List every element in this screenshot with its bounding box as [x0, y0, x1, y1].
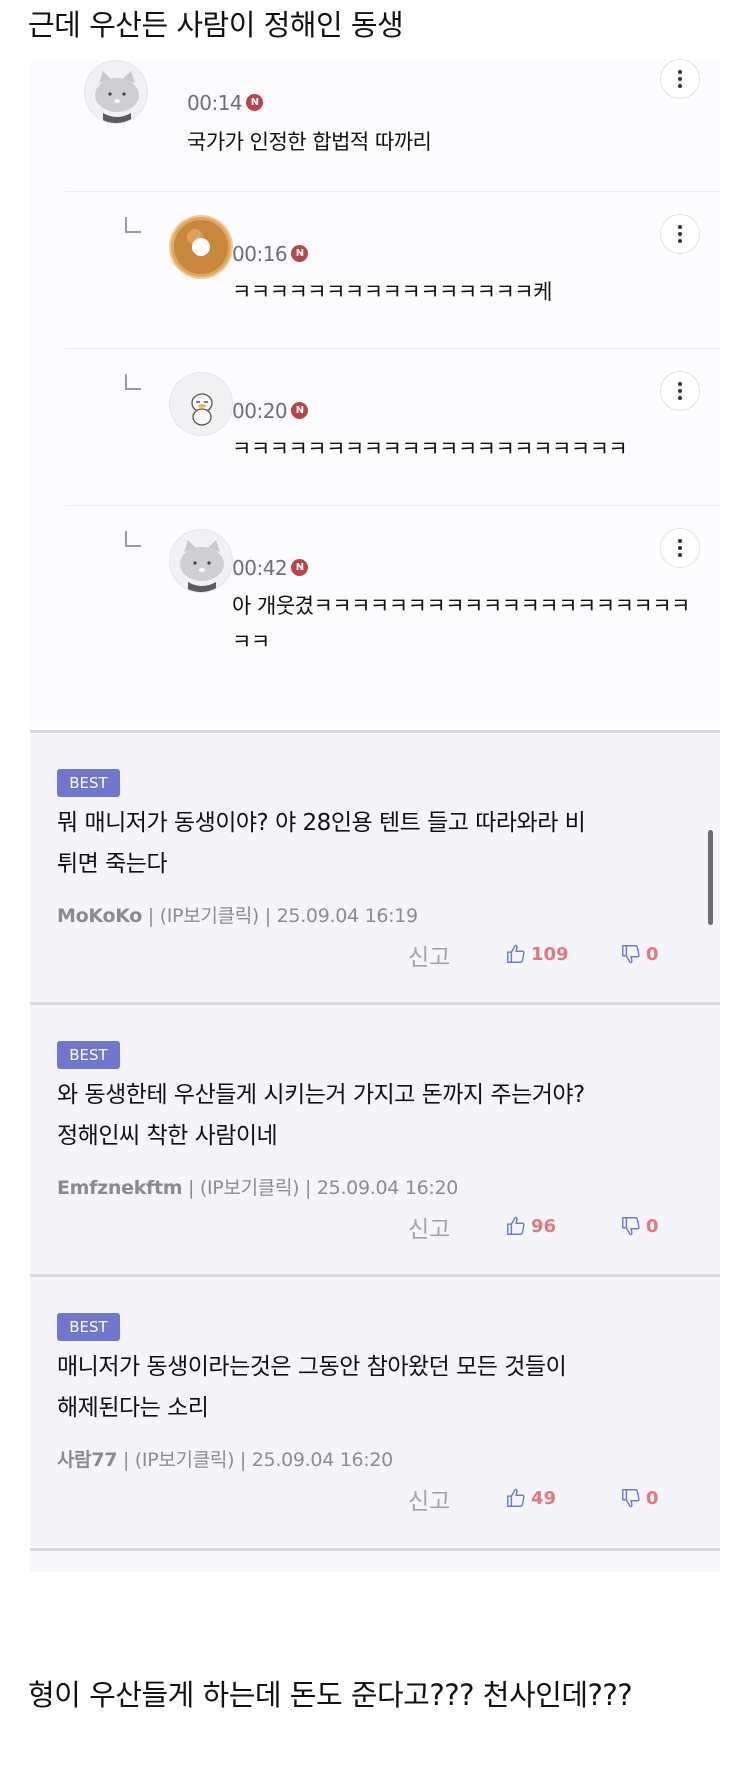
more-options-button[interactable]	[660, 528, 700, 568]
like-count: 109	[531, 943, 569, 965]
report-button[interactable]: 신고	[408, 1210, 450, 1244]
reply-text: 국가가 인정한 합법적 따까리	[187, 130, 432, 154]
thumbs-up-icon	[507, 1488, 525, 1507]
comment-info: | (IP보기클릭) | 25.09.04 16:20	[117, 1449, 393, 1471]
thumbs-down-icon	[622, 1217, 640, 1236]
like-button[interactable]: 96	[505, 1215, 556, 1237]
post-heading: 근데 우산든 사람이 정해인 동생	[28, 8, 404, 42]
new-badge: N	[291, 559, 309, 576]
reply-text-line2: ㅋㅋ	[232, 630, 270, 654]
reply-time: 00:14 N	[187, 91, 264, 115]
cat-avatar[interactable]	[169, 529, 233, 593]
best-comment: BEST 와 동생한테 우산들게 시키는거 가지고 돈까지 주는거야? 정해인씨…	[30, 1002, 720, 1274]
section-divider	[30, 1548, 720, 1572]
comment-text: 매니저가 동생이라는것은 그동안 참아왔던 모든 것들이 해제된다는 소리	[57, 1354, 567, 1421]
thumbs-down-icon	[622, 1489, 640, 1508]
reply-arrow-icon	[125, 531, 141, 547]
comment-user[interactable]: Emfznekftm	[57, 1177, 183, 1199]
dislike-count: 0	[646, 1487, 659, 1509]
dislike-button[interactable]: 0	[620, 1487, 659, 1509]
reply-item: 00:20 N ㅋㅋㅋㅋㅋㅋㅋㅋㅋㅋㅋㅋㅋㅋㅋㅋㅋㅋㅋㅋㅋ	[65, 349, 720, 506]
reply-arrow-icon	[125, 374, 141, 390]
more-vert-icon	[678, 225, 682, 243]
reply-text: ㅋㅋㅋㅋㅋㅋㅋㅋㅋㅋㅋㅋㅋㅋㅋㅋ케	[232, 280, 552, 304]
like-button[interactable]: 109	[505, 943, 569, 965]
more-options-button[interactable]	[660, 59, 700, 99]
like-count: 96	[531, 1215, 557, 1237]
more-vert-icon	[678, 539, 682, 557]
new-badge: N	[246, 94, 264, 111]
best-badge: BEST	[57, 1041, 120, 1069]
reply-time: 00:16 N	[232, 242, 309, 266]
reply-arrow-icon	[125, 217, 141, 233]
donut-avatar[interactable]	[169, 215, 233, 279]
comment-user[interactable]: MoKoKo	[57, 905, 142, 927]
comment-meta: 사람77 | (IP보기클릭) | 25.09.04 16:20	[57, 1445, 393, 1472]
more-options-button[interactable]	[660, 371, 700, 411]
post-heading: 형이 우산들게 하는데 돈도 준다고??? 천사인데???	[28, 1678, 633, 1712]
more-vert-icon	[678, 382, 682, 400]
reply-item: 00:42 N 아 개웃겼ㅋㅋㅋㅋㅋㅋㅋㅋㅋㅋㅋㅋㅋㅋㅋㅋㅋㅋㅋㅋ ㅋㅋ	[65, 506, 720, 696]
comment-info: | (IP보기클릭) | 25.09.04 16:19	[142, 905, 418, 927]
reply-item: 00:14 N 국가가 인정한 합법적 따까리	[65, 59, 720, 192]
new-badge: N	[291, 245, 309, 262]
dislike-count: 0	[646, 1215, 659, 1237]
comment-meta: Emfznekftm | (IP보기클릭) | 25.09.04 16:20	[57, 1173, 458, 1200]
reply-text: ㅋㅋㅋㅋㅋㅋㅋㅋㅋㅋㅋㅋㅋㅋㅋㅋㅋㅋㅋㅋㅋ	[232, 437, 628, 461]
duck-avatar[interactable]	[169, 372, 233, 436]
comment-info: | (IP보기클릭) | 25.09.04 16:20	[182, 1177, 459, 1199]
more-vert-icon	[678, 70, 682, 88]
comment-meta: MoKoKo | (IP보기클릭) | 25.09.04 16:19	[57, 901, 418, 928]
reply-thread: 00:14 N 국가가 인정한 합법적 따까리 00:16 N ㅋㅋㅋㅋㅋㅋㅋㅋㅋㅋ…	[30, 59, 720, 726]
dislike-count: 0	[646, 943, 659, 965]
reply-item: 00:16 N ㅋㅋㅋㅋㅋㅋㅋㅋㅋㅋㅋㅋㅋㅋㅋㅋ케	[65, 192, 720, 349]
thumbs-down-icon	[622, 945, 640, 964]
report-button[interactable]: 신고	[408, 1482, 450, 1516]
reply-time: 00:20 N	[232, 399, 309, 423]
like-button[interactable]: 49	[505, 1487, 556, 1509]
best-badge: BEST	[57, 1313, 120, 1341]
new-badge: N	[291, 402, 309, 419]
dislike-button[interactable]: 0	[620, 1215, 659, 1237]
best-badge: BEST	[57, 769, 120, 797]
thumbs-up-icon	[507, 944, 525, 963]
reply-time: 00:42 N	[232, 556, 309, 580]
best-comment: BEST 매니저가 동생이라는것은 그동안 참아왔던 모든 것들이 해제된다는 …	[30, 1274, 720, 1546]
like-count: 49	[531, 1487, 557, 1509]
comment-text: 뭐 매니저가 동생이야? 야 28인용 텐트 들고 따라와라 비 튀면 죽는다	[57, 810, 586, 877]
comment-user[interactable]: 사람77	[57, 1449, 118, 1471]
thumbs-up-icon	[507, 1216, 525, 1235]
reply-text-line1: 아 개웃겼ㅋㅋㅋㅋㅋㅋㅋㅋㅋㅋㅋㅋㅋㅋㅋㅋㅋㅋㅋㅋ	[232, 594, 690, 618]
report-button[interactable]: 신고	[408, 938, 450, 972]
more-options-button[interactable]	[660, 214, 700, 254]
dislike-button[interactable]: 0	[620, 943, 659, 965]
cat-avatar[interactable]	[84, 60, 148, 124]
scrollbar[interactable]	[708, 830, 713, 925]
comment-text: 와 동생한테 우산들게 시키는거 가지고 돈까지 주는거야? 정해인씨 착한 사…	[57, 1082, 585, 1149]
best-comment: BEST 뭐 매니저가 동생이야? 야 28인용 텐트 들고 따라와라 비 튀면…	[30, 730, 720, 1002]
